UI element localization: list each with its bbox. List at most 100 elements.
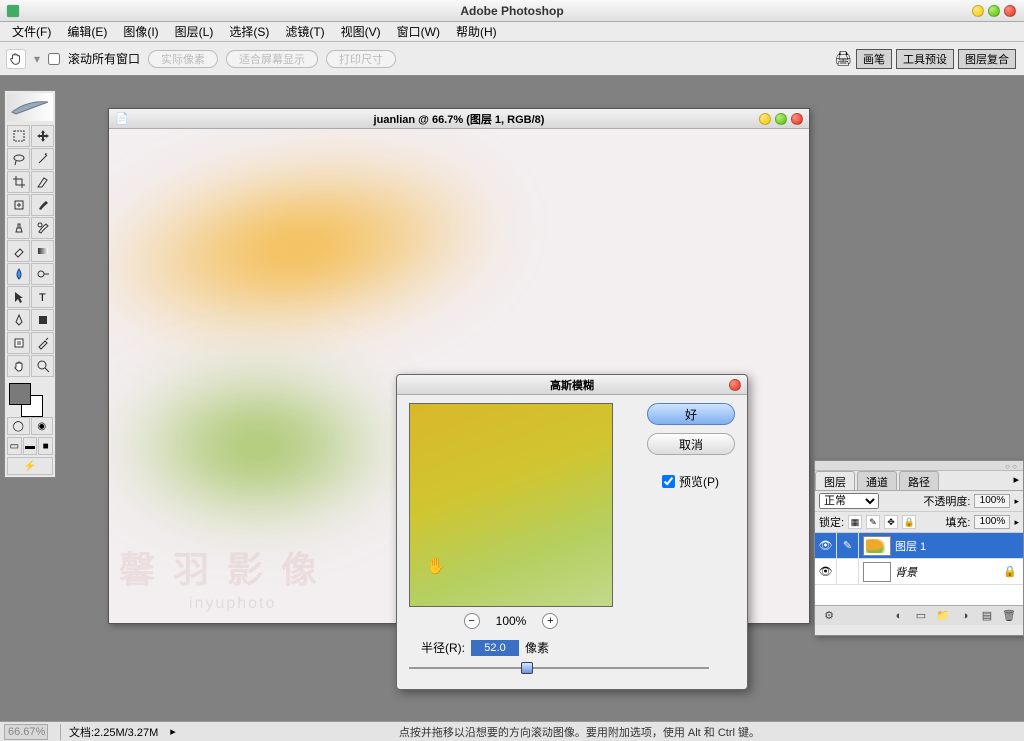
- new-layer-button[interactable]: ▤: [979, 609, 995, 623]
- path-selection-tool[interactable]: [7, 286, 30, 308]
- color-swatches[interactable]: [7, 381, 53, 415]
- jump-to-imageready[interactable]: ⚡: [7, 457, 53, 475]
- document-titlebar: 📄 juanlian @ 66.7% (图层 1, RGB/8): [109, 109, 809, 129]
- app-title: Adobe Photoshop: [460, 4, 563, 18]
- doc-minimize-button[interactable]: [759, 113, 771, 125]
- menu-select[interactable]: 选择(S): [221, 23, 277, 40]
- layer-mask-button[interactable]: ▭: [913, 609, 929, 623]
- screen-mode-standard[interactable]: ▭: [7, 437, 22, 455]
- menu-view[interactable]: 视图(V): [333, 23, 389, 40]
- menu-window[interactable]: 窗口(W): [389, 23, 448, 40]
- layer-effects-button[interactable]: ⚙: [821, 609, 837, 623]
- screen-mode-full-menubar[interactable]: ▬: [23, 437, 38, 455]
- crop-tool[interactable]: [7, 171, 30, 193]
- menu-filter[interactable]: 滤镜(T): [277, 23, 332, 40]
- lasso-tool[interactable]: [7, 148, 30, 170]
- visibility-toggle[interactable]: 👁: [815, 559, 837, 584]
- panel-drag-handle[interactable]: ○ ○: [815, 461, 1023, 471]
- lock-pixels-icon[interactable]: ✎: [866, 515, 880, 529]
- palette-tab-tool-presets[interactable]: 工具预设: [896, 49, 954, 69]
- slider-thumb[interactable]: [521, 662, 533, 674]
- minimize-button[interactable]: [972, 5, 984, 17]
- maximize-button[interactable]: [988, 5, 1000, 17]
- doc-maximize-button[interactable]: [775, 113, 787, 125]
- new-folder-button[interactable]: 📁: [935, 609, 951, 623]
- eyedropper-tool[interactable]: [31, 332, 54, 354]
- shape-tool[interactable]: [31, 309, 54, 331]
- move-tool[interactable]: [31, 125, 54, 147]
- zoom-readout[interactable]: 66.67%: [4, 724, 48, 740]
- zoom-out-button[interactable]: −: [464, 613, 480, 629]
- dialog-title: 高斯模糊: [550, 377, 594, 393]
- history-brush-tool[interactable]: [31, 217, 54, 239]
- layer-thumbnail[interactable]: [863, 536, 891, 556]
- palette-tab-brushes[interactable]: 画笔: [856, 49, 892, 69]
- tab-channels[interactable]: 通道: [857, 471, 897, 490]
- scroll-all-windows-checkbox[interactable]: [48, 53, 60, 65]
- brush-tool[interactable]: [31, 194, 54, 216]
- doc-close-button[interactable]: [791, 113, 803, 125]
- layer-style-button[interactable]: ◐: [891, 609, 907, 623]
- hand-tool[interactable]: [7, 355, 30, 377]
- panel-menu-button[interactable]: ▸: [1009, 471, 1023, 490]
- clone-stamp-tool[interactable]: [7, 217, 30, 239]
- quickmask-mode-button[interactable]: ◉: [31, 417, 54, 435]
- close-button[interactable]: [1004, 5, 1016, 17]
- dialog-close-button[interactable]: [729, 379, 741, 391]
- lock-transparency-icon[interactable]: ▦: [848, 515, 862, 529]
- magic-wand-tool[interactable]: [31, 148, 54, 170]
- ok-button[interactable]: 好: [647, 403, 735, 425]
- radius-input[interactable]: [471, 640, 519, 656]
- notes-tool[interactable]: [7, 332, 30, 354]
- adjustment-layer-button[interactable]: ◑: [957, 609, 973, 623]
- eraser-tool[interactable]: [7, 240, 30, 262]
- layer-name: 背景: [895, 564, 917, 580]
- zoom-tool[interactable]: [31, 355, 54, 377]
- cancel-button[interactable]: 取消: [647, 433, 735, 455]
- menu-image[interactable]: 图像(I): [115, 23, 166, 40]
- menu-help[interactable]: 帮助(H): [448, 23, 505, 40]
- screen-mode-full[interactable]: ■: [38, 437, 53, 455]
- link-toggle[interactable]: [837, 559, 859, 584]
- fill-input[interactable]: 100%: [974, 515, 1010, 529]
- healing-brush-tool[interactable]: [7, 194, 30, 216]
- layer-row[interactable]: 👁 背景 🔒: [815, 559, 1023, 585]
- menu-layer[interactable]: 图层(L): [167, 23, 222, 40]
- fit-screen-button[interactable]: 适合屏幕显示: [226, 50, 318, 68]
- preview-checkbox[interactable]: [662, 475, 675, 488]
- gradient-tool[interactable]: [31, 240, 54, 262]
- preview-label: 预览(P): [679, 473, 719, 490]
- delete-layer-button[interactable]: 🗑: [1001, 609, 1017, 623]
- filter-preview[interactable]: ✋: [409, 403, 613, 607]
- marquee-tool[interactable]: [7, 125, 30, 147]
- tab-paths[interactable]: 路径: [899, 471, 939, 490]
- radius-slider[interactable]: [409, 661, 709, 675]
- zoom-in-button[interactable]: +: [542, 613, 558, 629]
- standard-mode-button[interactable]: ◯: [7, 417, 30, 435]
- pen-tool[interactable]: [7, 309, 30, 331]
- menu-edit[interactable]: 编辑(E): [59, 23, 115, 40]
- foreground-color-swatch[interactable]: [9, 383, 31, 405]
- lock-all-icon[interactable]: 🔒: [902, 515, 916, 529]
- print-size-button[interactable]: 打印尺寸: [326, 50, 396, 68]
- dodge-tool[interactable]: [31, 263, 54, 285]
- printer-icon[interactable]: 🖨: [834, 50, 852, 67]
- visibility-toggle[interactable]: 👁: [815, 533, 837, 558]
- tab-layers[interactable]: 图层: [815, 471, 855, 490]
- menu-file[interactable]: 文件(F): [4, 23, 59, 40]
- blend-mode-select[interactable]: 正常: [819, 493, 879, 509]
- palette-tab-layer-comps[interactable]: 图层复合: [958, 49, 1016, 69]
- actual-pixels-button[interactable]: 实际像素: [148, 50, 218, 68]
- doc-size-readout: 文档:2.25M/3.27M: [60, 724, 158, 740]
- slice-tool[interactable]: [31, 171, 54, 193]
- link-toggle[interactable]: ✎: [837, 533, 859, 558]
- layer-row[interactable]: 👁 ✎ 图层 1: [815, 533, 1023, 559]
- layer-thumbnail[interactable]: [863, 562, 891, 582]
- document-title: juanlian @ 66.7% (图层 1, RGB/8): [374, 111, 545, 127]
- opacity-input[interactable]: 100%: [974, 494, 1010, 508]
- type-tool[interactable]: T: [31, 286, 54, 308]
- hand-tool-icon[interactable]: [6, 49, 26, 69]
- blur-tool[interactable]: [7, 263, 30, 285]
- lock-position-icon[interactable]: ✥: [884, 515, 898, 529]
- status-menu-arrow[interactable]: ▸: [170, 725, 176, 738]
